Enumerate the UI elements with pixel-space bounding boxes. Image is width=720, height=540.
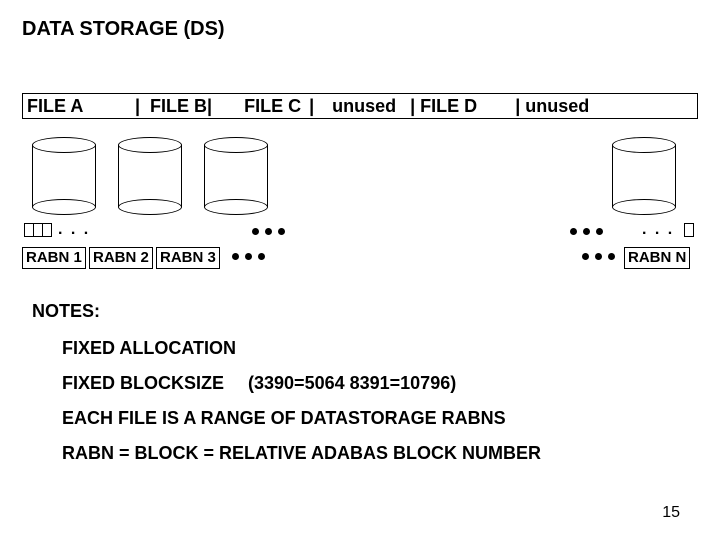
note-text: (3390=5064 8391=10796) (248, 373, 456, 394)
cylinder-icon (612, 137, 676, 215)
cylinder-row: . . . . . . (22, 137, 698, 237)
notes-heading: NOTES: (32, 301, 698, 322)
note-line: FIXED BLOCKSIZE (3390=5064 8391=10796) (62, 373, 698, 394)
cylinder-icon (32, 137, 96, 215)
note-line: EACH FILE IS A RANGE OF DATASTORAGE RABN… (62, 408, 698, 429)
note-line: RABN = BLOCK = RELATIVE ADABAS BLOCK NUM… (62, 443, 698, 464)
note-text: FIXED BLOCKSIZE (62, 373, 224, 394)
block-boxes (24, 223, 51, 237)
block-boxes (684, 223, 693, 237)
header-file-c: FILE C (216, 94, 305, 118)
header-file-d: | FILE D (400, 94, 481, 118)
header-unused-1: unused (318, 94, 400, 118)
note-text: RABN = BLOCK = RELATIVE ADABAS BLOCK NUM… (62, 443, 541, 464)
header-file-a: FILE A (23, 94, 131, 118)
rabn-label: RABN 2 (89, 247, 153, 269)
ellipsis-icon (252, 228, 285, 235)
ellipsis-icon (570, 228, 603, 235)
cylinder-icon (204, 137, 268, 215)
page-title: DATA STORAGE (DS) (22, 18, 698, 41)
file-header-row: FILE A | FILE B| FILE C | unused | FILE … (22, 93, 698, 119)
header-sep: | (305, 94, 318, 118)
rabn-label: RABN 1 (22, 247, 86, 269)
header-unused-2: | unused (481, 94, 593, 118)
note-text: FIXED ALLOCATION (62, 338, 236, 359)
page-number: 15 (662, 504, 680, 522)
note-text: EACH FILE IS A RANGE OF DATASTORAGE RABN… (62, 408, 506, 429)
ellipsis-icon: . . . (642, 221, 674, 239)
cylinder-icon (118, 137, 182, 215)
rabn-row: RABN 1 RABN 2 RABN 3 RABN N (22, 247, 698, 273)
ellipsis-icon (232, 253, 265, 260)
note-line: FIXED ALLOCATION (62, 338, 698, 359)
rabn-label: RABN N (624, 247, 690, 269)
header-file-b: | FILE B| (131, 94, 216, 118)
ellipsis-icon (582, 253, 615, 260)
rabn-label: RABN 3 (156, 247, 220, 269)
ellipsis-icon: . . . (58, 221, 90, 239)
